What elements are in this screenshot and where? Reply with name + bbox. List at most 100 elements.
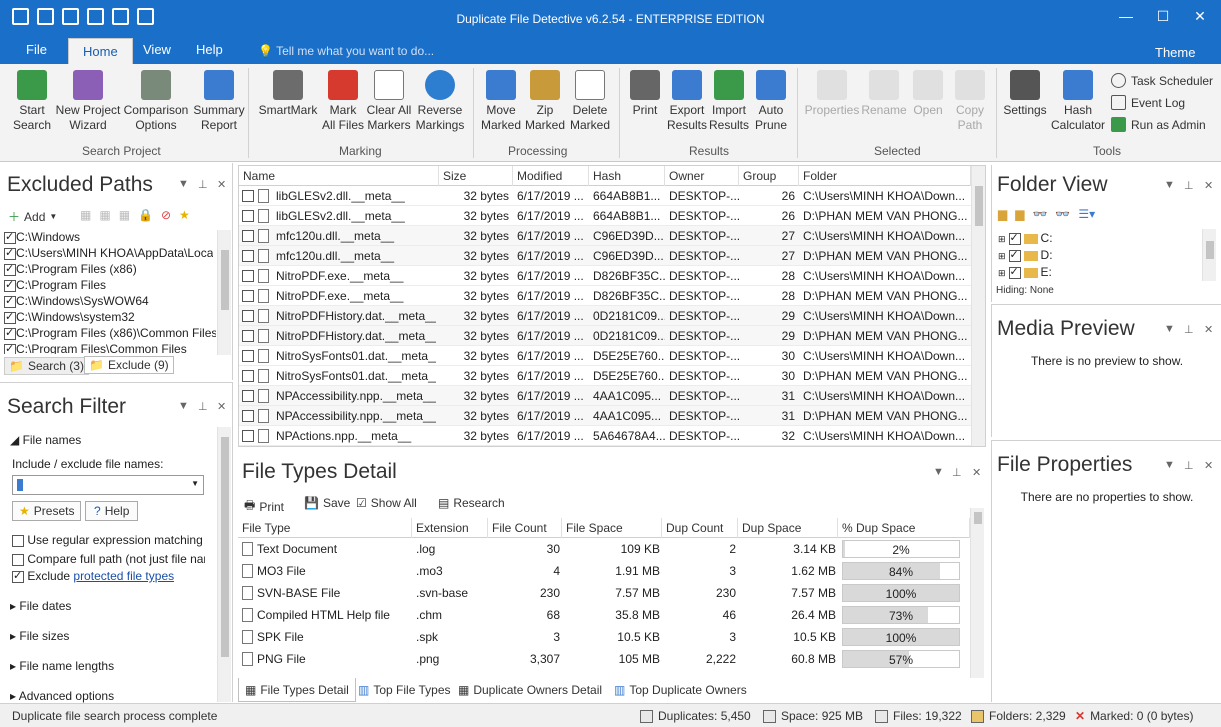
close-icon[interactable]: ✕ [972, 466, 981, 479]
tell-me-search[interactable]: 💡 Tell me what you want to do... [258, 44, 434, 58]
pin-icon[interactable]: ⊥ [952, 466, 962, 479]
file-dates-section[interactable]: ▸ File dates [10, 599, 71, 613]
tab-view[interactable]: View [143, 42, 171, 57]
scroll-thumb[interactable] [1206, 241, 1214, 259]
col-group[interactable]: Group [739, 166, 799, 186]
protected-file-types-link[interactable]: protected file types [73, 569, 174, 583]
start-search-button[interactable]: Start Search [8, 70, 56, 133]
panel-menu-icon[interactable]: ▼ [1164, 459, 1175, 471]
row-checkbox[interactable] [242, 290, 254, 302]
properties-button[interactable]: Properties [802, 70, 862, 118]
checkbox[interactable] [1008, 265, 1021, 279]
scroll-thumb[interactable] [221, 437, 229, 657]
table-row[interactable]: mfc120u.dll.__meta__ 32 bytes 6/17/2019 ..… [239, 246, 971, 266]
zip-marked-button[interactable]: Zip Marked [522, 70, 568, 133]
checkbox[interactable] [1008, 231, 1021, 245]
table-row[interactable]: NitroSysFonts01.dat.__meta__ 32 bytes 6/17… [239, 346, 971, 366]
checkbox[interactable] [12, 534, 24, 547]
save-button[interactable]: 💾 Save [304, 496, 350, 510]
checkbox[interactable] [4, 310, 16, 324]
folder-icon[interactable]: ▆ [998, 207, 1007, 221]
settings-button[interactable]: Settings [1002, 70, 1048, 118]
checkbox[interactable] [1008, 248, 1021, 262]
table-row[interactable]: NitroPDFHistory.dat.__meta__ 32 bytes 6/17… [239, 326, 971, 346]
excluded-path-item[interactable]: C:\Windows [4, 230, 80, 244]
excluded-path-item[interactable]: C:\Program Files [4, 278, 106, 292]
tab-exclude-paths[interactable]: 📁 Exclude (9) [84, 356, 174, 374]
scroll-thumb[interactable] [975, 186, 983, 226]
tab-file[interactable]: File [26, 42, 47, 57]
presets-button[interactable]: ★ Presets [12, 501, 82, 521]
col-pct-dup-space[interactable]: % Dup Space [838, 518, 970, 538]
expand-icon[interactable]: ⊞ [998, 268, 1006, 278]
copy-path-button[interactable]: Copy Path [950, 70, 990, 133]
tab-top-file-types[interactable]: ▥ Top File Types [352, 678, 457, 702]
print-button[interactable]: Print [625, 70, 665, 118]
file-sizes-section[interactable]: ▸ File sizes [10, 629, 69, 643]
mark-all-files-button[interactable]: Mark All Files [320, 70, 366, 133]
theme-menu[interactable]: Theme [1155, 45, 1195, 60]
folder-icon[interactable]: ▆ [1015, 207, 1024, 221]
checkbox[interactable] [4, 278, 16, 292]
expand-icon[interactable]: ⊞ [998, 251, 1006, 261]
task-scheduler-button[interactable]: Task Scheduler [1111, 73, 1213, 88]
close-icon[interactable]: ✕ [217, 400, 226, 413]
panel-menu-icon[interactable]: ▼ [178, 400, 189, 412]
tab-file-types-detail[interactable]: ▦ File Types Detail [238, 678, 356, 702]
scrollbar[interactable] [217, 230, 231, 355]
print-button[interactable]: 🖶 Print [244, 496, 284, 517]
row-checkbox[interactable] [242, 390, 254, 402]
delete-marked-button[interactable]: Delete Marked [567, 70, 613, 133]
row-checkbox[interactable] [242, 230, 254, 242]
move-down-icon[interactable]: ▦ [119, 208, 130, 222]
close-icon[interactable]: ✕ [1204, 323, 1213, 336]
binoculars-icon[interactable]: 👓 [1055, 207, 1070, 221]
col-file-count[interactable]: File Count [488, 518, 562, 538]
drive-item[interactable]: ⊞ E: [998, 265, 1052, 279]
col-dup-space[interactable]: Dup Space [738, 518, 838, 538]
checkbox[interactable] [4, 246, 16, 260]
tab-top-duplicate-owners[interactable]: ▥ Top Duplicate Owners [608, 678, 753, 702]
panel-menu-icon[interactable]: ▼ [933, 466, 944, 478]
row-checkbox[interactable] [242, 330, 254, 342]
table-row[interactable]: NitroSysFonts01.dat.__meta__ 32 bytes 6/17… [239, 366, 971, 386]
table-row[interactable]: NitroPDF.exe.__meta__ 32 bytes 6/17/2019 .… [239, 266, 971, 286]
remove-icon[interactable]: ▦ [80, 208, 91, 222]
auto-prune-button[interactable]: Auto Prune [751, 70, 791, 133]
row-checkbox[interactable] [242, 370, 254, 382]
file-names-combo[interactable]: ▼ [12, 475, 204, 495]
tab-home[interactable]: Home [68, 38, 133, 64]
smartmark-button[interactable]: SmartMark [256, 70, 320, 118]
minimize-button[interactable]: — [1116, 8, 1136, 24]
event-log-button[interactable]: Event Log [1111, 95, 1185, 110]
file-type-row[interactable]: Compiled HTML Help file .chm 68 35.8 MB 46 26… [238, 604, 970, 626]
checkbox[interactable] [12, 553, 24, 566]
scrollbar[interactable] [1202, 229, 1216, 281]
excluded-path-item[interactable]: C:\Windows\SysWOW64 [4, 294, 149, 308]
row-checkbox[interactable] [242, 430, 254, 442]
block-icon[interactable]: ⊘ [161, 208, 171, 222]
tree-view-icon[interactable]: ☰▾ [1078, 207, 1095, 221]
move-up-icon[interactable]: ▦ [99, 208, 110, 222]
summary-report-button[interactable]: Summary Report [191, 70, 247, 133]
pin-icon[interactable]: ⊥ [1184, 179, 1194, 192]
rename-button[interactable]: Rename [860, 70, 908, 118]
row-checkbox[interactable] [242, 270, 254, 282]
table-row[interactable]: libGLESv2.dll.__meta__ 32 bytes 6/17/2019 … [239, 186, 971, 206]
pin-icon[interactable]: ⊥ [1184, 459, 1194, 472]
maximize-button[interactable]: ☐ [1153, 8, 1173, 25]
panel-menu-icon[interactable]: ▼ [1164, 323, 1175, 335]
pin-icon[interactable]: ⊥ [198, 178, 208, 191]
file-type-row[interactable]: PNG File .png 3,307 105 MB 2,222 60.8 MB 57% [238, 648, 970, 670]
table-row[interactable]: NitroPDF.exe.__meta__ 32 bytes 6/17/2019 .… [239, 286, 971, 306]
excluded-path-item[interactable]: C:\Users\MINH KHOA\AppData\Loca [4, 246, 213, 260]
file-type-row[interactable]: SPK File .spk 3 10.5 KB 3 10.5 KB 100% [238, 626, 970, 648]
open-button[interactable]: Open [908, 70, 948, 118]
comparison-options-button[interactable]: Comparison Options [123, 70, 189, 133]
expand-icon[interactable]: ⊞ [998, 234, 1006, 244]
checkbox[interactable] [4, 262, 16, 276]
tab-duplicate-owners-detail[interactable]: ▦ Duplicate Owners Detail [452, 678, 608, 702]
checkbox[interactable] [4, 326, 16, 340]
scrollbar[interactable] [970, 508, 984, 678]
new-project-wizard-button[interactable]: New Project Wizard [55, 70, 121, 133]
